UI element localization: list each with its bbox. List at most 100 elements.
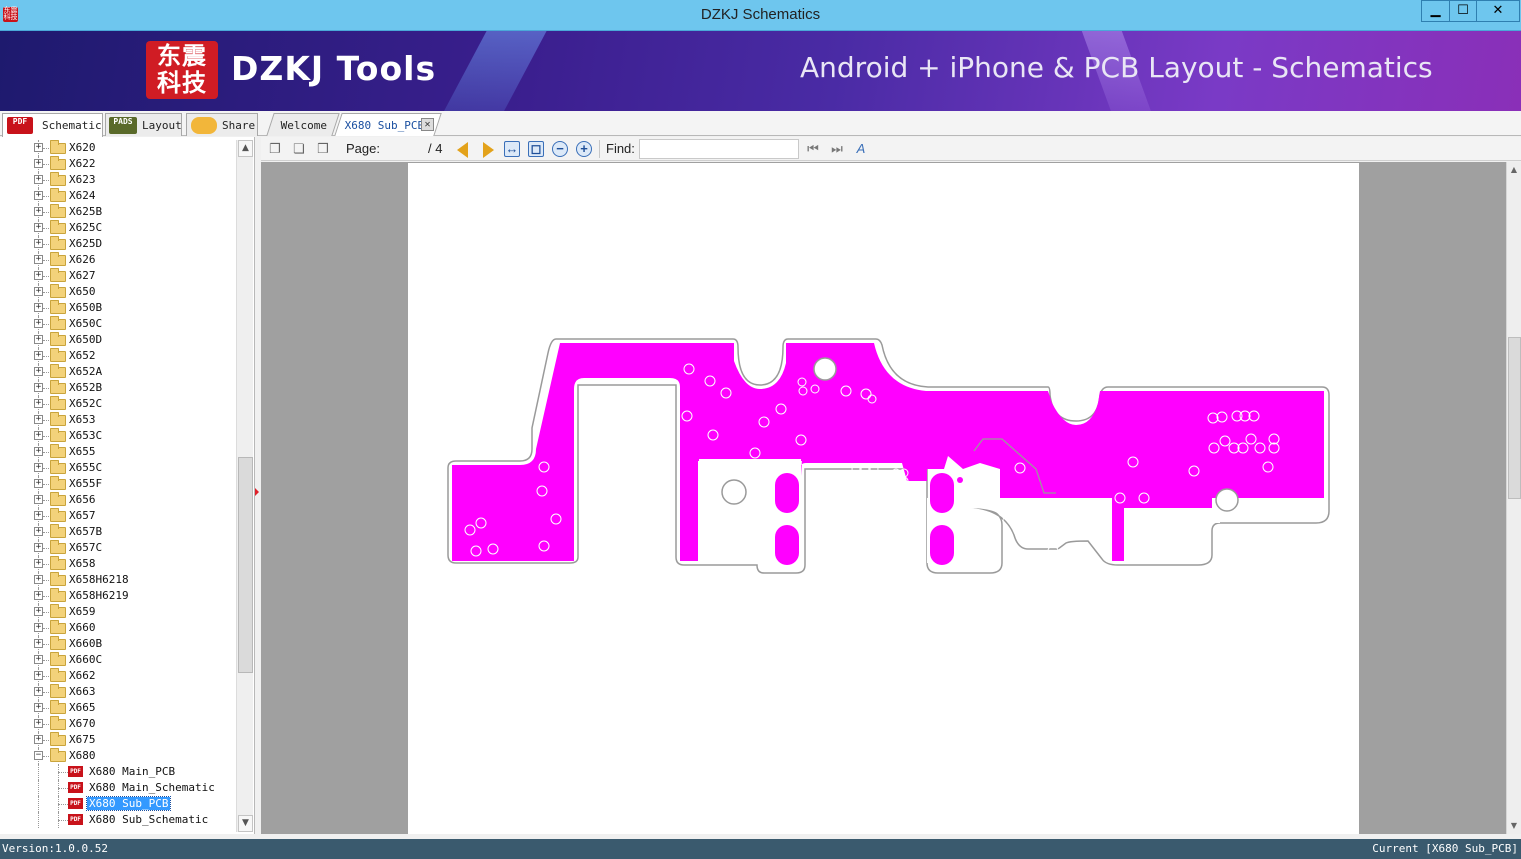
expand-icon[interactable]: + (34, 591, 43, 600)
expand-icon[interactable]: + (34, 639, 43, 648)
expand-icon[interactable]: + (34, 271, 43, 280)
expand-icon[interactable]: + (34, 223, 43, 232)
tree-folder-x658h6218[interactable]: + X658H6218 (0, 572, 236, 588)
tree-folder-x659[interactable]: + X659 (0, 604, 236, 620)
expand-icon[interactable]: + (34, 543, 43, 552)
expand-icon[interactable]: + (34, 431, 43, 440)
tree-folder-x652c[interactable]: + X652C (0, 396, 236, 412)
tree-folder-x680[interactable]: − X680 (0, 748, 236, 764)
tree-folder-x653[interactable]: + X653 (0, 412, 236, 428)
tab-schematic[interactable]: PDF Schematic (2, 113, 103, 137)
scroll-thumb[interactable] (1508, 337, 1521, 499)
expand-icon[interactable]: + (34, 159, 43, 168)
tree-folder-x675[interactable]: + X675 (0, 732, 236, 748)
tree-folder-x660b[interactable]: + X660B (0, 636, 236, 652)
zoom-out-icon[interactable]: − (552, 141, 568, 157)
highlight-icon[interactable]: A (852, 140, 870, 158)
expand-icon[interactable]: + (34, 399, 43, 408)
copy-page-icon[interactable]: ❏ (290, 140, 308, 158)
expand-icon[interactable]: + (34, 687, 43, 696)
expand-icon[interactable]: + (34, 511, 43, 520)
expand-icon[interactable]: + (34, 623, 43, 632)
expand-icon[interactable]: + (34, 655, 43, 664)
tree-folder-x650[interactable]: + X650 (0, 284, 236, 300)
tree-folder-x660[interactable]: + X660 (0, 620, 236, 636)
minimize-button[interactable]: ▁ (1421, 0, 1449, 22)
expand-icon[interactable]: + (34, 559, 43, 568)
tree-folder-x652b[interactable]: + X652B (0, 380, 236, 396)
tree-folder-x663[interactable]: + X663 (0, 684, 236, 700)
tree-folder-x625c[interactable]: + X625C (0, 220, 236, 236)
expand-icon[interactable]: + (34, 287, 43, 296)
next-page-icon[interactable] (483, 142, 494, 158)
expand-icon[interactable]: + (34, 671, 43, 680)
collapse-icon[interactable]: − (34, 751, 43, 760)
tree-folder-x652[interactable]: + X652 (0, 348, 236, 364)
tree-folder-x625b[interactable]: + X625B (0, 204, 236, 220)
expand-icon[interactable]: + (34, 319, 43, 328)
expand-icon[interactable]: + (34, 383, 43, 392)
expand-icon[interactable]: + (34, 463, 43, 472)
expand-icon[interactable]: + (34, 575, 43, 584)
tree-folder-x660c[interactable]: + X660C (0, 652, 236, 668)
tree-folder-x650c[interactable]: + X650C (0, 316, 236, 332)
expand-icon[interactable]: + (34, 719, 43, 728)
expand-icon[interactable]: + (34, 255, 43, 264)
tree-folder-x657b[interactable]: + X657B (0, 524, 236, 540)
tree-folder-x650b[interactable]: + X650B (0, 300, 236, 316)
expand-icon[interactable]: + (34, 607, 43, 616)
tree-file-item[interactable]: PDF X680 Main_PCB (0, 764, 236, 780)
find-input[interactable] (639, 139, 799, 159)
tree-folder-x657[interactable]: + X657 (0, 508, 236, 524)
tree-file-item[interactable]: PDF X680 Sub_PCB (0, 796, 236, 812)
expand-icon[interactable]: + (34, 143, 43, 152)
expand-icon[interactable]: + (34, 303, 43, 312)
expand-icon[interactable]: + (34, 175, 43, 184)
expand-icon[interactable]: + (34, 335, 43, 344)
scroll-up-icon[interactable]: ▲ (238, 140, 253, 157)
tree-folder-x662[interactable]: + X662 (0, 668, 236, 684)
expand-icon[interactable]: + (34, 735, 43, 744)
tree-folder-x670[interactable]: + X670 (0, 716, 236, 732)
tree-folder-x652a[interactable]: + X652A (0, 364, 236, 380)
zoom-in-icon[interactable]: + (576, 141, 592, 157)
paste-icon[interactable]: ❒ (314, 140, 332, 158)
close-tab-icon[interactable]: ✕ (421, 118, 434, 131)
tree-folder-x655[interactable]: + X655 (0, 444, 236, 460)
tree-folder-x625d[interactable]: + X625D (0, 236, 236, 252)
expand-icon[interactable]: + (34, 527, 43, 536)
scroll-thumb[interactable] (238, 457, 253, 673)
scroll-up-icon[interactable]: ▲ (1507, 162, 1521, 178)
fit-page-icon[interactable]: ◻ (528, 141, 544, 157)
tab-layout[interactable]: PADS Layout (105, 113, 182, 136)
tree-folder-x655c[interactable]: + X655C (0, 460, 236, 476)
tree-folder-x650d[interactable]: + X650D (0, 332, 236, 348)
expand-icon[interactable]: + (34, 191, 43, 200)
tree-folder-x623[interactable]: + X623 (0, 172, 236, 188)
fit-width-icon[interactable]: ↔ (504, 141, 520, 157)
maximize-button[interactable]: ☐ (1449, 0, 1476, 22)
tree-folder-x656[interactable]: + X656 (0, 492, 236, 508)
tree-folder-x653c[interactable]: + X653C (0, 428, 236, 444)
tree-file-item[interactable]: PDF X680 Sub_Schematic (0, 812, 236, 828)
tree-folder-x655f[interactable]: + X655F (0, 476, 236, 492)
tab-welcome[interactable]: Welcome (266, 113, 340, 136)
find-prev-icon[interactable]: ⏮ (804, 140, 822, 158)
expand-icon[interactable]: + (34, 351, 43, 360)
splitter-arrow-icon[interactable] (255, 488, 259, 496)
prev-page-icon[interactable] (457, 142, 468, 158)
tree-folder-x624[interactable]: + X624 (0, 188, 236, 204)
viewer-scrollbar[interactable]: ▲ ▼ (1506, 162, 1521, 834)
expand-icon[interactable]: + (34, 367, 43, 376)
tree-folder-x657c[interactable]: + X657C (0, 540, 236, 556)
scroll-down-icon[interactable]: ▼ (1507, 818, 1521, 834)
tree-folder-x626[interactable]: + X626 (0, 252, 236, 268)
tree-folder-x627[interactable]: + X627 (0, 268, 236, 284)
expand-icon[interactable]: + (34, 495, 43, 504)
tree-folder-x620[interactable]: + X620 (0, 140, 236, 156)
tree-folder-x665[interactable]: + X665 (0, 700, 236, 716)
tree-scrollbar[interactable]: ▲ ▼ (236, 140, 253, 832)
copy-icon[interactable]: ❐ (266, 140, 284, 158)
scroll-down-icon[interactable]: ▼ (238, 815, 253, 832)
tree-file-item[interactable]: PDF X680 Main_Schematic (0, 780, 236, 796)
